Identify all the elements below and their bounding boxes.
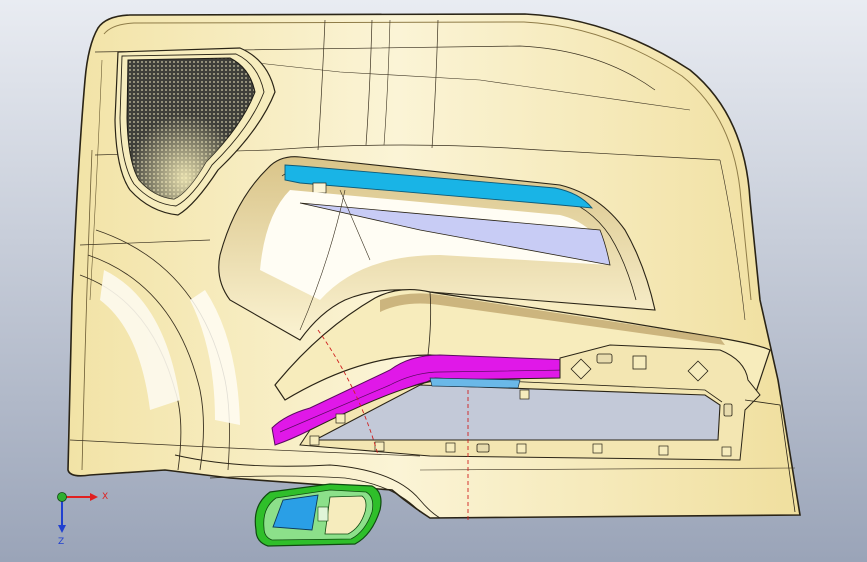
boss — [445, 442, 456, 453]
slot — [596, 353, 613, 364]
cad-viewport[interactable]: X Z — [0, 0, 867, 562]
boss — [519, 389, 530, 400]
handle-tab — [317, 506, 329, 522]
door-trim-model[interactable]: X Z — [0, 0, 867, 562]
boss — [335, 413, 346, 424]
boss — [592, 443, 603, 454]
z-axis-label: Z — [58, 537, 64, 547]
boss — [632, 355, 647, 370]
boss — [516, 443, 527, 454]
sill-clip — [312, 182, 327, 194]
switch-pocket — [429, 377, 521, 389]
boss — [309, 435, 320, 446]
slot — [476, 443, 490, 453]
y-axis-origin — [57, 492, 67, 502]
x-axis-label: X — [102, 492, 108, 502]
boss — [658, 445, 669, 456]
slot — [723, 403, 733, 417]
boss — [721, 446, 732, 457]
